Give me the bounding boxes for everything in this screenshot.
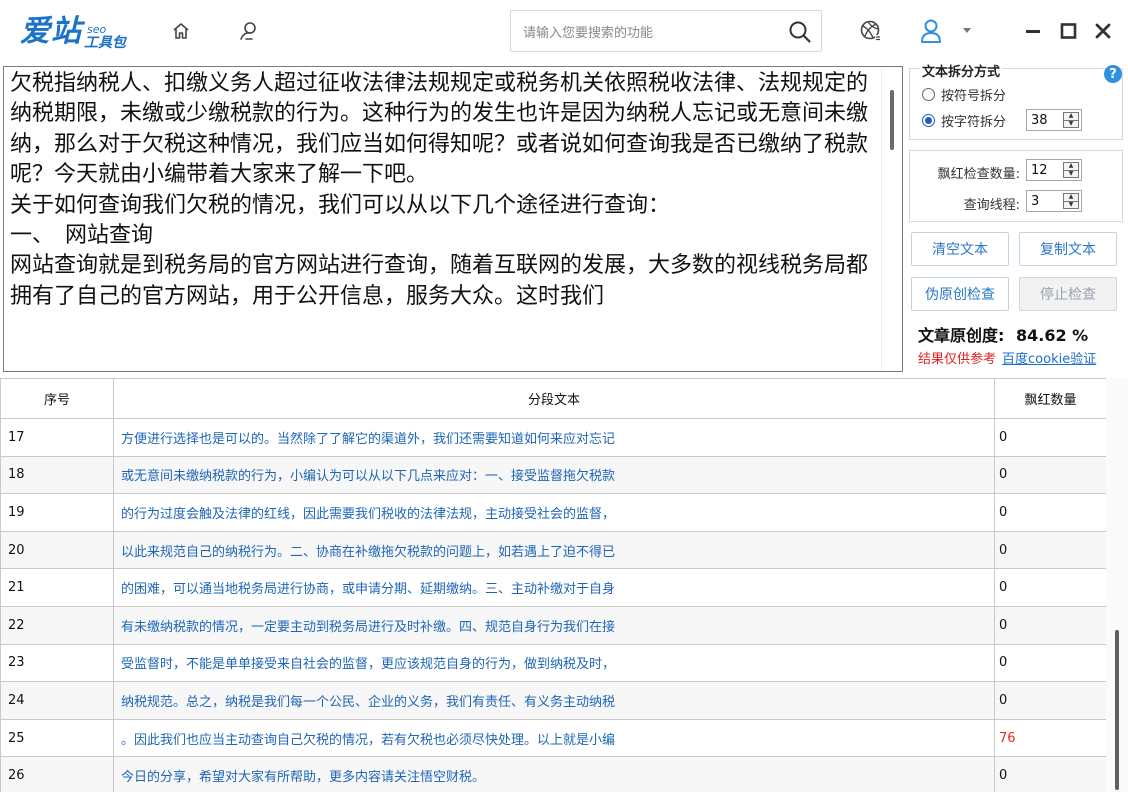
table-row[interactable]: 22 有未缴纳税款的情况，一定要主动到税务局进行及时补缴。四、规范自身行为我们在接… (0, 605, 1106, 645)
red-count-cell[interactable]: 0 (994, 643, 1106, 683)
segment-text-cell[interactable]: 或无意间未缴纳税款的行为，小编认为可以从以下几点来应对：一、接受监督拖欠税款 (113, 455, 995, 495)
table-body: 17 方便进行选择也是可以的。当然除了了解它的渠道外，我们还需要知道如何来应对忘记… (0, 418, 1106, 792)
clear-text-button[interactable]: 清空文本 (911, 232, 1009, 266)
check-count-stepper[interactable]: ▲ ▼ (1026, 159, 1082, 181)
red-count-cell[interactable]: 0 (994, 568, 1106, 607)
red-count-cell[interactable]: 0 (994, 756, 1106, 792)
radio-split-by-symbol[interactable]: 按符号拆分 (922, 85, 1007, 104)
radio-label-symbol: 按符号拆分 (941, 88, 1007, 104)
settings-panel: 文本拆分方式 按符号拆分 按字符拆分 ▲ ▼ ? 飘红检查数量: ▲ ▼ 查询线… (908, 61, 1126, 374)
caret-down-icon[interactable] (958, 18, 976, 44)
table-row[interactable]: 26 今日的分享，希望对大家有所帮助，更多内容请关注悟空财税。 0 (0, 756, 1106, 792)
table-row[interactable]: 19 的行为过度会触及法律的红线，因此需要我们税收的法律法规，主动接受社会的监督，… (0, 493, 1106, 532)
segment-text-cell[interactable]: 有未缴纳税款的情况，一定要主动到税务局进行及时补缴。四、规范自身行为我们在接 (113, 605, 995, 645)
maximize-icon[interactable] (1056, 18, 1082, 44)
segment-text-cell[interactable]: 纳税规范。总之，纳税是我们每一个公民、企业的义务，我们有责任、有义务主动纳税 (113, 681, 995, 720)
threads-label: 查询线程: (963, 198, 1020, 213)
basketball-icon[interactable] (858, 18, 884, 44)
table-row[interactable]: 20 以此来规范自己的纳税行为。二、协商在补缴拖欠税款的问题上，如若遇上了迫不得已… (0, 530, 1106, 570)
segment-text-cell[interactable]: 方便进行选择也是可以的。当然除了了解它的渠道外，我们还需要知道如何来应对忘记 (113, 418, 995, 457)
column-header-segment[interactable]: 分段文本 (113, 378, 995, 419)
article-textarea[interactable]: 欠税指纳税人、扣缴义务人超过征收法律法规规定或税务机关依照税收法律、法规规定的纳… (3, 66, 903, 372)
red-count-cell[interactable]: 0 (994, 530, 1106, 570)
minimize-icon[interactable] (1020, 18, 1046, 44)
pseudo-original-check-button[interactable]: 伪原创检查 (911, 277, 1009, 311)
help-icon[interactable]: ? (1104, 65, 1122, 83)
stop-check-button[interactable]: 停止检查 (1019, 277, 1117, 311)
search-input[interactable] (523, 21, 773, 43)
search-bar (510, 10, 822, 52)
warning-text: 结果仅供参考 (918, 352, 997, 367)
copy-text-button[interactable]: 复制文本 (1019, 232, 1117, 266)
red-count-cell[interactable]: 0 (994, 605, 1106, 645)
radio-label-char: 按字符拆分 (941, 114, 1007, 130)
radio-circle[interactable] (922, 87, 935, 101)
red-count-cell[interactable]: 0 (994, 455, 1106, 495)
row-number-cell[interactable]: 20 (0, 530, 114, 570)
radio-circle-selected[interactable] (922, 113, 935, 127)
baidu-cookie-link[interactable]: 百度cookie验证 (1002, 352, 1096, 367)
row-number-cell[interactable]: 18 (0, 455, 114, 495)
threads-stepper[interactable]: ▲ ▼ (1026, 190, 1082, 212)
segment-text-cell[interactable]: 。因此我们也应当主动查询自己欠税的情况，若有欠税也必须尽快处理。以上就是小编 (113, 718, 995, 758)
table-row[interactable]: 18 或无意间未缴纳税款的行为，小编认为可以从以下几点来应对：一、接受监督拖欠税款… (0, 455, 1106, 495)
originality-label: 文章原创度: (918, 326, 1005, 345)
row-number-cell[interactable]: 26 (0, 756, 114, 792)
row-number-cell[interactable]: 22 (0, 605, 114, 645)
segments-table: 序号 分段文本 飘红数量 17 方便进行选择也是可以的。当然除了了解它的渠道外，我… (0, 378, 1106, 792)
red-count-cell[interactable]: 76 (994, 718, 1106, 758)
result-note: 结果仅供参考 百度cookie验证 (918, 348, 1096, 367)
split-mode-group: 文本拆分方式 按符号拆分 按字符拆分 ▲ ▼ (909, 61, 1123, 140)
segment-text-cell[interactable]: 以此来规范自己的纳税行为。二、协商在补缴拖欠税款的问题上，如若遇上了迫不得已 (113, 530, 995, 570)
table-header-row: 序号 分段文本 飘红数量 (0, 378, 1106, 419)
check-count-label: 飘红检查数量: (937, 167, 1020, 182)
article-text[interactable]: 欠税指纳税人、扣缴义务人超过征收法律法规规定或税务机关依照税收法律、法规规定的纳… (10, 69, 878, 312)
red-count-cell[interactable]: 0 (994, 418, 1106, 457)
spin-down-icon[interactable]: ▼ (1064, 169, 1078, 178)
column-header-no[interactable]: 序号 (0, 378, 114, 419)
table-row[interactable]: 17 方便进行选择也是可以的。当然除了了解它的渠道外，我们还需要知道如何来应对忘记… (0, 418, 1106, 457)
row-number-cell[interactable]: 24 (0, 681, 114, 720)
segment-text-cell[interactable]: 受监督时，不能是单单接受来自社会的监督，更应该规范自身的行为，做到纳税及时， (113, 643, 995, 683)
check-settings-group: 飘红检查数量: ▲ ▼ 查询线程: ▲ ▼ (909, 150, 1123, 222)
table-row[interactable]: 25 。因此我们也应当主动查询自己欠税的情况，若有欠税也必须尽快处理。以上就是小编… (0, 718, 1106, 758)
row-number-cell[interactable]: 21 (0, 568, 114, 607)
red-count-cell[interactable]: 0 (994, 681, 1106, 720)
row-number-cell[interactable]: 19 (0, 493, 114, 532)
segment-text-cell[interactable]: 的行为过度会触及法律的红线，因此需要我们税收的法律法规，主动接受社会的监督， (113, 493, 995, 532)
search-icon[interactable] (783, 15, 817, 49)
column-header-count[interactable]: 飘红数量 (994, 378, 1106, 419)
segment-text-cell[interactable]: 今日的分享，希望对大家有所帮助，更多内容请关注悟空财税。 (113, 756, 995, 792)
home-icon[interactable] (168, 18, 194, 44)
split-mode-title: 文本拆分方式 (920, 61, 1003, 80)
spin-down-icon[interactable]: ▼ (1064, 200, 1078, 209)
row-number-cell[interactable]: 25 (0, 718, 114, 758)
red-count-cell[interactable]: 0 (994, 493, 1106, 532)
text-scrollbar[interactable] (881, 68, 901, 370)
close-icon[interactable] (1090, 18, 1116, 44)
logo-main-text: 爱站 (20, 14, 82, 49)
table-row[interactable]: 24 纳税规范。总之，纳税是我们每一个公民、企业的义务，我们有责任、有义务主动纳税… (0, 681, 1106, 720)
row-number-cell[interactable]: 17 (0, 418, 114, 457)
spin-down-icon[interactable]: ▼ (1064, 119, 1078, 128)
logo-seo-text: seo (87, 23, 107, 36)
row-number-cell[interactable]: 23 (0, 643, 114, 683)
logo-sub-text: 工具包 (84, 35, 126, 51)
title-bar: 爱站 seo 工具包 (0, 0, 1128, 64)
user-icon[interactable] (918, 18, 944, 44)
originality-value: 84.62 % (1015, 326, 1089, 345)
segment-text-cell[interactable]: 的困难，可以通当地税务局进行协商，或申请分期、延期缴纳。三、主动补缴对于自身 (113, 568, 995, 607)
app-logo: 爱站 seo 工具包 (20, 10, 126, 50)
radio-split-by-char[interactable]: 按字符拆分 (922, 111, 1007, 130)
table-scroll-thumb[interactable] (1115, 630, 1119, 790)
table-row[interactable]: 21 的困难，可以通当地税务局进行协商，或申请分期、延期缴纳。三、主动补缴对于自身… (0, 568, 1106, 607)
originality-score: 文章原创度: 84.62 % (918, 322, 1088, 346)
char-count-stepper[interactable]: ▲ ▼ (1026, 109, 1082, 131)
text-scroll-thumb[interactable] (890, 90, 894, 150)
table-row[interactable]: 23 受监督时，不能是单单接受来自社会的监督，更应该规范自身的行为，做到纳税及时，… (0, 643, 1106, 683)
table-scrollbar[interactable] (1106, 378, 1128, 792)
skin-icon[interactable] (236, 18, 262, 44)
